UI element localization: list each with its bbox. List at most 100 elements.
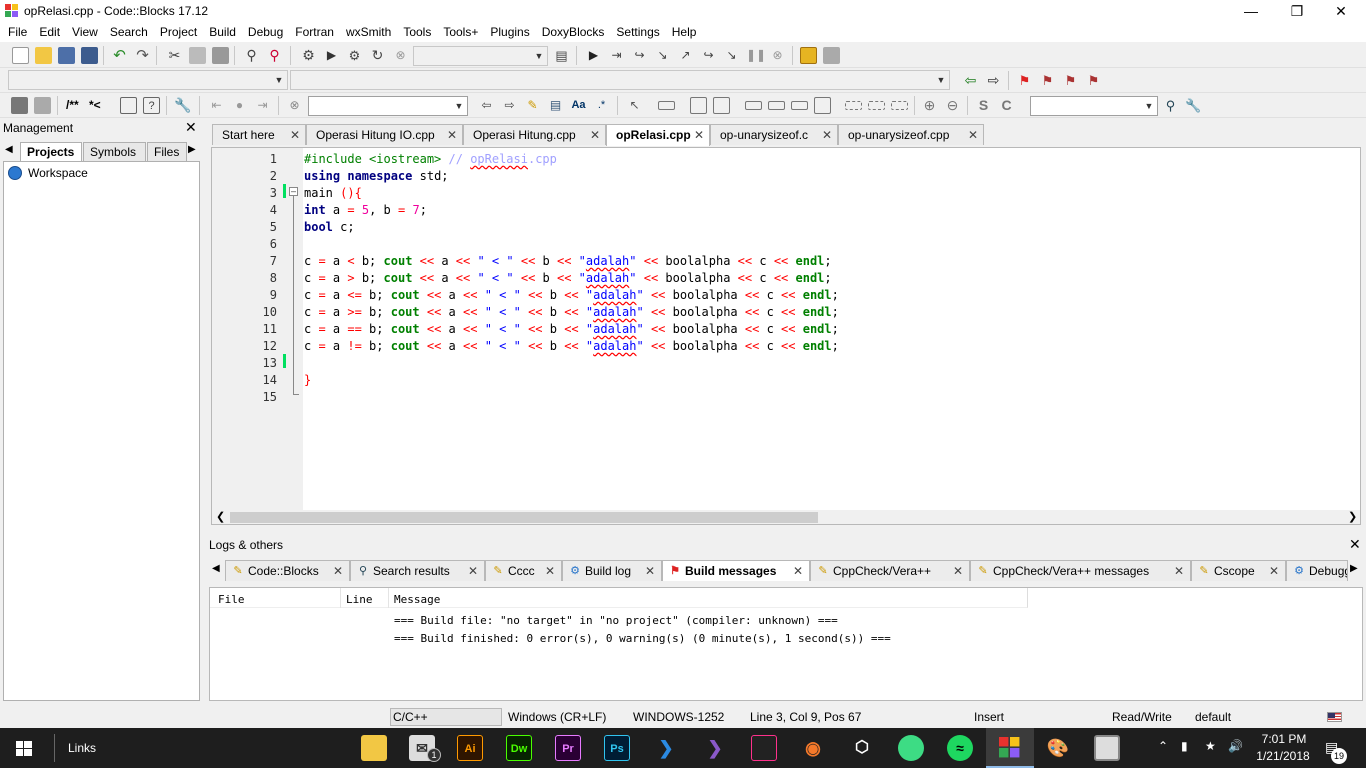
doxywizard-icon[interactable] (11, 97, 28, 114)
log-tab-cccc[interactable]: ✎ Cccc ✕ (485, 560, 562, 581)
menu-wxsmith[interactable]: wxSmith (340, 22, 397, 42)
file-explorer-icon[interactable] (361, 735, 387, 761)
build-target-options-icon[interactable]: ▤ (553, 47, 570, 64)
intellij-icon[interactable] (751, 735, 777, 761)
strikethrough-s-icon[interactable]: S (975, 97, 992, 114)
close-tab-icon[interactable]: ✕ (953, 561, 963, 581)
workspace-node[interactable]: Workspace (28, 166, 88, 180)
zoom-in-icon[interactable]: ⊕ (921, 97, 938, 114)
regex-icon[interactable]: .* (593, 97, 610, 114)
bookmark-toggle-icon[interactable]: ⚑ (1016, 72, 1033, 89)
build-messages-list[interactable]: File Line Message === Build file: "no ta… (209, 587, 1363, 701)
logs-close-icon[interactable]: ✕ (1349, 536, 1361, 553)
log-tab-cscope[interactable]: ✎ Cscope ✕ (1191, 560, 1286, 581)
chevron-down-icon[interactable]: ▼ (451, 97, 467, 115)
menu-tools-plus[interactable]: Tools+ (437, 22, 484, 42)
tab-files[interactable]: Files (147, 142, 187, 161)
choice-widget-icon[interactable] (791, 101, 808, 110)
editor-tab-operasi-hitung-io[interactable]: Operasi Hitung IO.cpp ✕ (306, 124, 463, 145)
management-close-icon[interactable]: ✕ (185, 119, 197, 136)
close-tab-icon[interactable]: ✕ (793, 561, 803, 581)
close-tab-icon[interactable]: ✕ (590, 125, 600, 145)
menu-settings[interactable]: Settings (610, 22, 665, 42)
close-tab-icon[interactable]: ✕ (290, 125, 300, 145)
menu-fortran[interactable]: Fortran (289, 22, 340, 42)
menu-search[interactable]: Search (104, 22, 154, 42)
close-tab-icon[interactable]: ✕ (1269, 561, 1279, 581)
close-tab-icon[interactable]: ✕ (968, 125, 978, 145)
debug-info-icon[interactable] (823, 47, 840, 64)
list-item[interactable]: === Build file: "no target" in "no proje… (394, 614, 838, 627)
chm-help-icon[interactable]: ? (143, 97, 160, 114)
static-box-icon[interactable] (658, 101, 675, 110)
minimize-button[interactable]: — (1228, 0, 1274, 22)
debug-continue-icon[interactable]: ▶ (585, 47, 602, 64)
tab-symbols[interactable]: Symbols (83, 142, 146, 161)
menu-view[interactable]: View (66, 22, 104, 42)
close-tab-icon[interactable]: ✕ (694, 125, 704, 145)
rebuild-icon[interactable]: ↻ (369, 47, 386, 64)
debug-step-instruction-icon[interactable]: ↘ (723, 47, 740, 64)
vscode-icon[interactable]: ❯ (653, 735, 679, 761)
symbol-settings-wrench-icon[interactable]: 🔧 (1185, 97, 1202, 114)
log-tab-cppcheck[interactable]: ✎ CppCheck/Vera++ ✕ (810, 560, 970, 581)
search-prev-icon[interactable]: ⇦ (478, 97, 495, 114)
menu-project[interactable]: Project (154, 22, 203, 42)
symbol-c-icon[interactable]: C (998, 97, 1015, 114)
blender-icon[interactable]: ◉ (800, 735, 826, 761)
close-tab-icon[interactable]: ✕ (468, 561, 478, 581)
battery-icon[interactable]: ▮ (1181, 739, 1188, 753)
log-tab-cppcheck-messages[interactable]: ✎ CppCheck/Vera++ messages ✕ (970, 560, 1191, 581)
log-tab-debugger[interactable]: ⚙ Debugge (1286, 560, 1348, 581)
wifi-icon[interactable]: ★ (1205, 739, 1216, 753)
menu-file[interactable]: File (2, 22, 33, 42)
line-comment-button[interactable]: *< (89, 98, 101, 112)
column-header-message[interactable]: Message (394, 593, 440, 606)
bookmark-clear-icon[interactable]: ⚑ (1085, 72, 1102, 89)
bookmark-prev-icon[interactable]: ⚑ (1039, 72, 1056, 89)
button-widget-icon[interactable] (745, 101, 762, 110)
column-header-file[interactable]: File (218, 593, 245, 606)
zoom-out-icon[interactable]: ⊖ (944, 97, 961, 114)
run-icon[interactable]: ▶ (323, 47, 340, 64)
photoshop-icon[interactable]: Ps (604, 735, 630, 761)
close-tab-icon[interactable]: ✕ (822, 125, 832, 145)
sizer-v-icon[interactable] (868, 101, 885, 110)
textctrl-widget-icon[interactable] (768, 101, 785, 110)
close-tab-icon[interactable]: ✕ (333, 561, 343, 581)
menu-edit[interactable]: Edit (33, 22, 66, 42)
open-folder-icon[interactable] (35, 47, 52, 64)
clock-time[interactable]: 7:01 PM (1259, 732, 1309, 746)
window-app-icon[interactable] (1094, 735, 1120, 761)
list-item[interactable]: === Build finished: 0 error(s), 0 warnin… (394, 632, 891, 645)
scroll-left-icon[interactable]: ❮ (216, 510, 225, 523)
close-tab-icon[interactable]: ✕ (447, 125, 457, 145)
incremental-search-input[interactable]: ▼ (308, 96, 468, 116)
unity-icon[interactable]: ⬡ (849, 735, 875, 761)
volume-icon[interactable]: 🔊 (1228, 739, 1243, 753)
replace-icon[interactable]: ⚲ (266, 47, 283, 64)
code-editor[interactable]: – 1 2 3 4 5 6 7 8 9 10 11 12 13 14 15 #i… (211, 147, 1361, 525)
save-all-icon[interactable] (81, 47, 98, 64)
log-tab-codeblocks[interactable]: ✎ Code::Blocks ✕ (225, 560, 350, 581)
maximize-button[interactable]: ❐ (1274, 0, 1320, 22)
panel-widget-icon[interactable] (814, 97, 831, 114)
pointer-icon[interactable]: ↖ (626, 97, 643, 114)
editor-tab-oprelasi[interactable]: opRelasi.cpp ✕ (606, 124, 710, 146)
close-tab-icon[interactable]: ✕ (1174, 561, 1184, 581)
sizer-h-icon[interactable] (845, 101, 862, 110)
scroll-right-icon[interactable]: ❯ (1348, 510, 1357, 523)
windows-start-icon[interactable] (16, 741, 32, 756)
bitmap-icon[interactable] (713, 97, 730, 114)
codeblocks-taskbar-icon[interactable] (986, 728, 1034, 768)
links-toolbar[interactable]: Links (68, 741, 96, 755)
close-tab-icon[interactable]: ✕ (645, 561, 655, 581)
logs-scroll-right-icon[interactable]: ▶ (1350, 563, 1358, 574)
symbol-search-icon[interactable]: ⚲ (1162, 97, 1179, 114)
logs-scroll-left-icon[interactable]: ◀ (212, 563, 220, 574)
illustrator-icon[interactable]: Ai (457, 735, 483, 761)
android-studio-icon[interactable] (898, 735, 924, 761)
paste-icon[interactable] (212, 47, 229, 64)
cut-icon[interactable]: ✂ (166, 47, 183, 64)
tab-projects[interactable]: Projects (20, 142, 82, 161)
